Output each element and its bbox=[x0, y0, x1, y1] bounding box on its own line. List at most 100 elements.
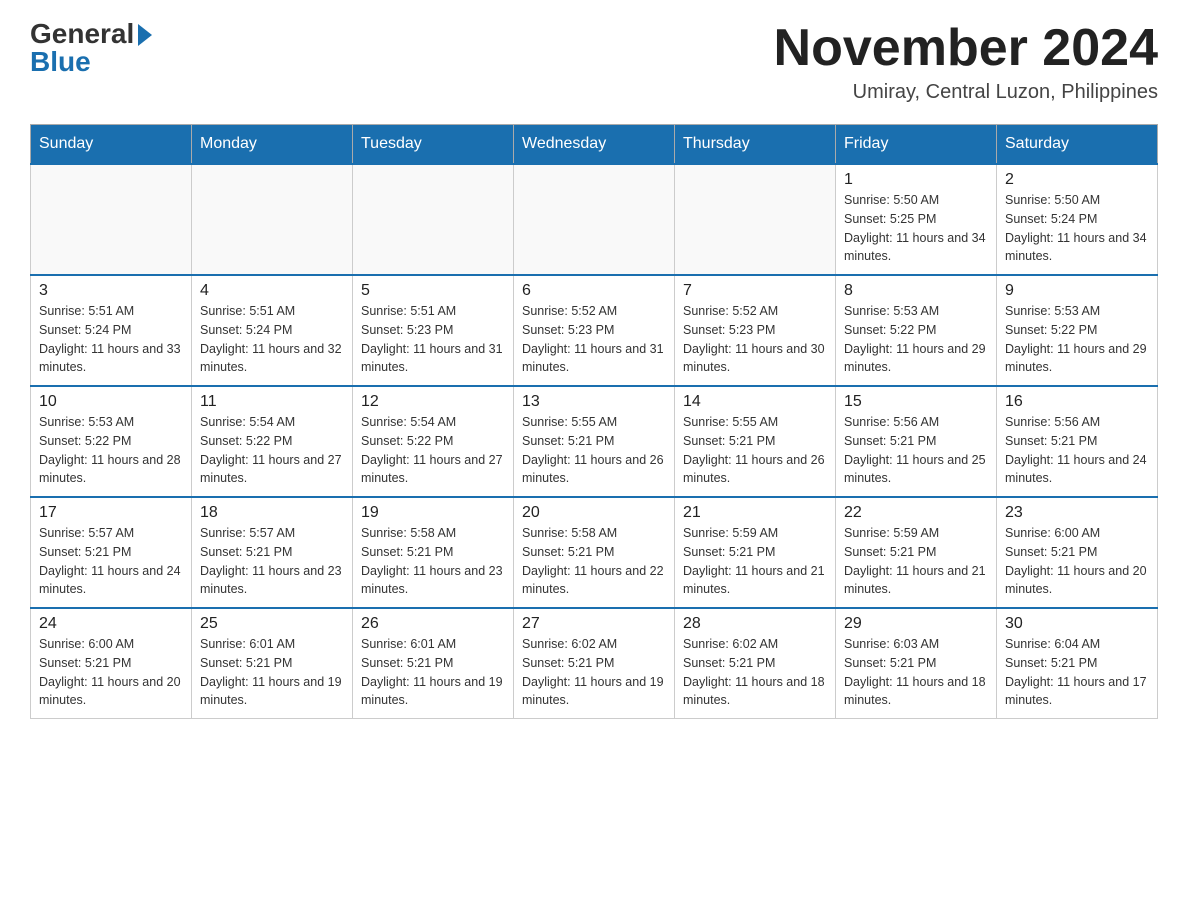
calendar-cell: 28 Sunrise: 6:02 AM Sunset: 5:21 PM Dayli… bbox=[675, 608, 836, 719]
calendar-table: SundayMondayTuesdayWednesdayThursdayFrid… bbox=[30, 124, 1158, 719]
weekday-header-wednesday: Wednesday bbox=[514, 125, 675, 165]
calendar-week-row: 17 Sunrise: 5:57 AM Sunset: 5:21 PM Dayli… bbox=[31, 497, 1158, 608]
day-number: 6 bbox=[522, 282, 666, 300]
calendar-cell: 30 Sunrise: 6:04 AM Sunset: 5:21 PM Dayli… bbox=[997, 608, 1158, 719]
day-info: Sunrise: 6:00 AM Sunset: 5:21 PM Dayligh… bbox=[1005, 524, 1149, 599]
calendar-cell: 17 Sunrise: 5:57 AM Sunset: 5:21 PM Dayli… bbox=[31, 497, 192, 608]
calendar-cell: 21Sunrise: 5:59 AM Sunset: 5:21 PM Dayli… bbox=[675, 497, 836, 608]
day-number: 3 bbox=[39, 282, 183, 300]
calendar-cell: 2 Sunrise: 5:50 AM Sunset: 5:24 PM Daylig… bbox=[997, 164, 1158, 275]
day-info: Sunrise: 5:51 AM Sunset: 5:24 PM Dayligh… bbox=[39, 302, 183, 377]
calendar-cell: 14Sunrise: 5:55 AM Sunset: 5:21 PM Dayli… bbox=[675, 386, 836, 497]
weekday-header-sunday: Sunday bbox=[31, 125, 192, 165]
day-info: Sunrise: 6:02 AM Sunset: 5:21 PM Dayligh… bbox=[522, 635, 666, 710]
calendar-cell: 13Sunrise: 5:55 AM Sunset: 5:21 PM Dayli… bbox=[514, 386, 675, 497]
title-block: November 2024 Umiray, Central Luzon, Phi… bbox=[774, 20, 1158, 104]
day-number: 13 bbox=[522, 393, 666, 411]
calendar-week-row: 10 Sunrise: 5:53 AM Sunset: 5:22 PM Dayli… bbox=[31, 386, 1158, 497]
calendar-week-row: 3 Sunrise: 5:51 AM Sunset: 5:24 PM Daylig… bbox=[31, 275, 1158, 386]
logo-general-text: General bbox=[30, 20, 134, 48]
day-number: 7 bbox=[683, 282, 827, 300]
day-info: Sunrise: 6:00 AM Sunset: 5:21 PM Dayligh… bbox=[39, 635, 183, 710]
day-number: 30 bbox=[1005, 615, 1149, 633]
day-number: 17 bbox=[39, 504, 183, 522]
day-number: 5 bbox=[361, 282, 505, 300]
calendar-cell: 19Sunrise: 5:58 AM Sunset: 5:21 PM Dayli… bbox=[353, 497, 514, 608]
month-title: November 2024 bbox=[774, 20, 1158, 77]
day-info: Sunrise: 5:53 AM Sunset: 5:22 PM Dayligh… bbox=[39, 413, 183, 488]
calendar-cell: 26 Sunrise: 6:01 AM Sunset: 5:21 PM Dayli… bbox=[353, 608, 514, 719]
day-info: Sunrise: 5:51 AM Sunset: 5:24 PM Dayligh… bbox=[200, 302, 344, 377]
day-info: Sunrise: 5:59 AM Sunset: 5:21 PM Dayligh… bbox=[683, 524, 827, 599]
calendar-week-row: 24 Sunrise: 6:00 AM Sunset: 5:21 PM Dayli… bbox=[31, 608, 1158, 719]
calendar-cell: 16Sunrise: 5:56 AM Sunset: 5:21 PM Dayli… bbox=[997, 386, 1158, 497]
day-number: 8 bbox=[844, 282, 988, 300]
calendar-cell: 20 Sunrise: 5:58 AM Sunset: 5:21 PM Dayli… bbox=[514, 497, 675, 608]
calendar-cell: 3 Sunrise: 5:51 AM Sunset: 5:24 PM Daylig… bbox=[31, 275, 192, 386]
day-info: Sunrise: 5:54 AM Sunset: 5:22 PM Dayligh… bbox=[200, 413, 344, 488]
day-info: Sunrise: 5:54 AM Sunset: 5:22 PM Dayligh… bbox=[361, 413, 505, 488]
weekday-header-tuesday: Tuesday bbox=[353, 125, 514, 165]
day-number: 20 bbox=[522, 504, 666, 522]
day-info: Sunrise: 5:58 AM Sunset: 5:21 PM Dayligh… bbox=[522, 524, 666, 599]
calendar-cell: 6 Sunrise: 5:52 AM Sunset: 5:23 PM Daylig… bbox=[514, 275, 675, 386]
day-number: 25 bbox=[200, 615, 344, 633]
day-info: Sunrise: 5:51 AM Sunset: 5:23 PM Dayligh… bbox=[361, 302, 505, 377]
calendar-cell bbox=[192, 164, 353, 275]
calendar-cell: 9 Sunrise: 5:53 AM Sunset: 5:22 PM Daylig… bbox=[997, 275, 1158, 386]
calendar-cell: 23 Sunrise: 6:00 AM Sunset: 5:21 PM Dayli… bbox=[997, 497, 1158, 608]
calendar-cell bbox=[514, 164, 675, 275]
day-info: Sunrise: 5:52 AM Sunset: 5:23 PM Dayligh… bbox=[683, 302, 827, 377]
day-number: 19 bbox=[361, 504, 505, 522]
day-info: Sunrise: 6:02 AM Sunset: 5:21 PM Dayligh… bbox=[683, 635, 827, 710]
day-number: 14 bbox=[683, 393, 827, 411]
calendar-cell: 10 Sunrise: 5:53 AM Sunset: 5:22 PM Dayli… bbox=[31, 386, 192, 497]
day-number: 11 bbox=[200, 393, 344, 411]
calendar-cell: 29Sunrise: 6:03 AM Sunset: 5:21 PM Dayli… bbox=[836, 608, 997, 719]
day-info: Sunrise: 5:53 AM Sunset: 5:22 PM Dayligh… bbox=[1005, 302, 1149, 377]
calendar-cell: 4 Sunrise: 5:51 AM Sunset: 5:24 PM Daylig… bbox=[192, 275, 353, 386]
day-info: Sunrise: 5:50 AM Sunset: 5:25 PM Dayligh… bbox=[844, 191, 988, 266]
calendar-cell bbox=[31, 164, 192, 275]
day-number: 26 bbox=[361, 615, 505, 633]
day-number: 15 bbox=[844, 393, 988, 411]
calendar-cell: 1Sunrise: 5:50 AM Sunset: 5:25 PM Daylig… bbox=[836, 164, 997, 275]
logo-blue-text: Blue bbox=[30, 48, 91, 76]
calendar-cell: 11 Sunrise: 5:54 AM Sunset: 5:22 PM Dayli… bbox=[192, 386, 353, 497]
day-number: 9 bbox=[1005, 282, 1149, 300]
day-number: 28 bbox=[683, 615, 827, 633]
calendar-cell: 15Sunrise: 5:56 AM Sunset: 5:21 PM Dayli… bbox=[836, 386, 997, 497]
day-number: 2 bbox=[1005, 171, 1149, 189]
day-number: 12 bbox=[361, 393, 505, 411]
calendar-cell bbox=[675, 164, 836, 275]
day-info: Sunrise: 5:57 AM Sunset: 5:21 PM Dayligh… bbox=[39, 524, 183, 599]
day-number: 18 bbox=[200, 504, 344, 522]
day-info: Sunrise: 5:53 AM Sunset: 5:22 PM Dayligh… bbox=[844, 302, 988, 377]
day-info: Sunrise: 5:52 AM Sunset: 5:23 PM Dayligh… bbox=[522, 302, 666, 377]
calendar-cell: 24 Sunrise: 6:00 AM Sunset: 5:21 PM Dayli… bbox=[31, 608, 192, 719]
calendar-cell: 7 Sunrise: 5:52 AM Sunset: 5:23 PM Daylig… bbox=[675, 275, 836, 386]
calendar-header-row: SundayMondayTuesdayWednesdayThursdayFrid… bbox=[31, 125, 1158, 165]
day-info: Sunrise: 5:59 AM Sunset: 5:21 PM Dayligh… bbox=[844, 524, 988, 599]
day-number: 24 bbox=[39, 615, 183, 633]
day-number: 23 bbox=[1005, 504, 1149, 522]
day-info: Sunrise: 6:01 AM Sunset: 5:21 PM Dayligh… bbox=[361, 635, 505, 710]
day-info: Sunrise: 5:50 AM Sunset: 5:24 PM Dayligh… bbox=[1005, 191, 1149, 266]
logo-arrow-icon bbox=[138, 24, 152, 46]
calendar-cell: 22Sunrise: 5:59 AM Sunset: 5:21 PM Dayli… bbox=[836, 497, 997, 608]
calendar-cell: 25 Sunrise: 6:01 AM Sunset: 5:21 PM Dayli… bbox=[192, 608, 353, 719]
calendar-cell: 5 Sunrise: 5:51 AM Sunset: 5:23 PM Daylig… bbox=[353, 275, 514, 386]
page-header: General Blue November 2024 Umiray, Centr… bbox=[30, 20, 1158, 104]
day-info: Sunrise: 6:03 AM Sunset: 5:21 PM Dayligh… bbox=[844, 635, 988, 710]
calendar-week-row: 1Sunrise: 5:50 AM Sunset: 5:25 PM Daylig… bbox=[31, 164, 1158, 275]
day-number: 10 bbox=[39, 393, 183, 411]
day-info: Sunrise: 6:04 AM Sunset: 5:21 PM Dayligh… bbox=[1005, 635, 1149, 710]
weekday-header-monday: Monday bbox=[192, 125, 353, 165]
day-info: Sunrise: 5:57 AM Sunset: 5:21 PM Dayligh… bbox=[200, 524, 344, 599]
day-number: 27 bbox=[522, 615, 666, 633]
calendar-cell: 8 Sunrise: 5:53 AM Sunset: 5:22 PM Daylig… bbox=[836, 275, 997, 386]
calendar-cell: 12 Sunrise: 5:54 AM Sunset: 5:22 PM Dayli… bbox=[353, 386, 514, 497]
weekday-header-saturday: Saturday bbox=[997, 125, 1158, 165]
day-info: Sunrise: 6:01 AM Sunset: 5:21 PM Dayligh… bbox=[200, 635, 344, 710]
day-number: 4 bbox=[200, 282, 344, 300]
